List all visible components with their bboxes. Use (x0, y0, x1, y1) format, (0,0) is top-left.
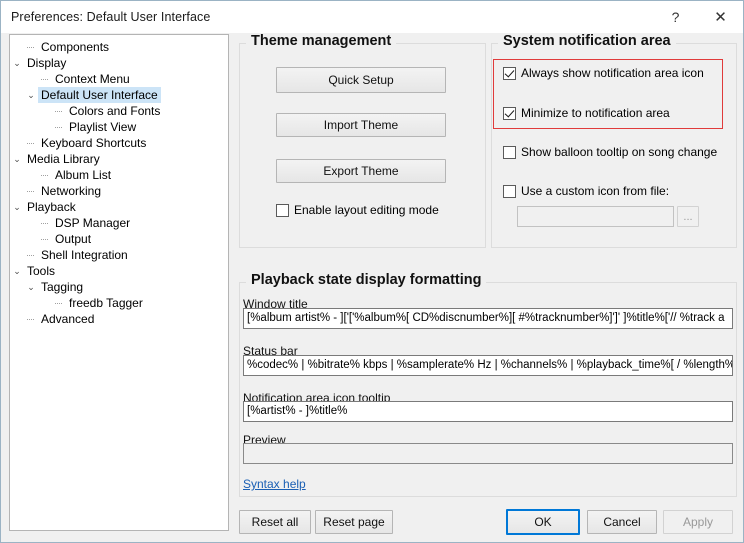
tree-item-playback[interactable]: ⌄ Playback (10, 199, 228, 215)
tree-item-label: Networking (41, 184, 102, 198)
tree-item-label: Components (41, 40, 110, 54)
tree-item-album-list[interactable]: Album List (10, 167, 228, 183)
tree-item-networking[interactable]: Networking (10, 183, 228, 199)
syntax-help-link[interactable]: Syntax help (243, 477, 306, 491)
tree-item-label: Context Menu (55, 72, 130, 86)
checkbox-box (503, 67, 516, 80)
show-balloon-tooltip-label: Show balloon tooltip on song change (521, 145, 718, 159)
title-bar: Preferences: Default User Interface ? ✕ (1, 1, 743, 33)
tree-item-label: Playback (27, 200, 76, 214)
custom-icon-path-input[interactable] (517, 206, 674, 227)
tree-item-label: Display (27, 56, 67, 70)
chevron-down-icon[interactable]: ⌄ (10, 55, 24, 71)
minimize-to-notification-area-checkbox[interactable]: Minimize to notification area (503, 107, 670, 120)
tree-item-label: Tagging (41, 280, 84, 294)
tree-item-label: Keyboard Shortcuts (41, 136, 147, 150)
chevron-down-icon[interactable]: ⌄ (10, 263, 24, 279)
tree-item-tagging[interactable]: ⌄ Tagging (10, 279, 228, 295)
help-icon[interactable]: ? (653, 1, 698, 33)
import-theme-button[interactable]: Import Theme (276, 113, 446, 137)
preferences-window: Preferences: Default User Interface ? ✕ … (0, 0, 744, 543)
reset-all-button[interactable]: Reset all (239, 510, 311, 534)
enable-layout-editing-label: Enable layout editing mode (294, 203, 439, 217)
always-show-notification-icon-label: Always show notification area icon (521, 66, 704, 80)
tree-item-components[interactable]: Components (10, 39, 228, 55)
tree-item-label: Media Library (27, 152, 100, 166)
tree-item-label: DSP Manager (55, 216, 131, 230)
tree-item-label: Tools (27, 264, 56, 278)
browse-icon-button[interactable]: ... (677, 206, 699, 227)
checkbox-box (503, 146, 516, 159)
checkbox-box (276, 204, 289, 217)
window-title: Preferences: Default User Interface (11, 10, 211, 24)
cancel-button[interactable]: Cancel (587, 510, 657, 534)
tree-item-freedb-tagger[interactable]: freedb Tagger (10, 295, 228, 311)
tree-item-display[interactable]: ⌄ Display (10, 55, 228, 71)
show-balloon-tooltip-checkbox[interactable]: Show balloon tooltip on song change (503, 146, 717, 159)
always-show-notification-icon-checkbox[interactable]: Always show notification area icon (503, 67, 704, 80)
window-controls: ? ✕ (653, 1, 743, 33)
use-custom-icon-checkbox[interactable]: Use a custom icon from file: (503, 185, 669, 198)
tree-item-label: Shell Integration (41, 248, 128, 262)
close-icon[interactable]: ✕ (698, 1, 743, 33)
settings-tree: Components ⌄ Display Context Menu ⌄ Default U… (10, 35, 228, 327)
tree-item-playlist-view[interactable]: Playlist View (10, 119, 228, 135)
tree-item-shell-integration[interactable]: Shell Integration (10, 247, 228, 263)
tree-item-advanced[interactable]: Advanced (10, 311, 228, 327)
checkbox-box (503, 185, 516, 198)
chevron-down-icon[interactable]: ⌄ (24, 279, 38, 295)
tree-item-label: Output (55, 232, 92, 246)
window-title-input[interactable]: [%album artist% - ]['['%album%[ CD%discn… (243, 308, 733, 329)
tree-item-dsp-manager[interactable]: DSP Manager (10, 215, 228, 231)
status-bar-input[interactable]: %codec% | %bitrate% kbps | %samplerate% … (243, 355, 733, 376)
minimize-to-notification-area-label: Minimize to notification area (521, 106, 670, 120)
tree-item-tools[interactable]: ⌄ Tools (10, 263, 228, 279)
tree-item-keyboard-shortcuts[interactable]: Keyboard Shortcuts (10, 135, 228, 151)
checkbox-box (503, 107, 516, 120)
tree-item-output[interactable]: Output (10, 231, 228, 247)
notification-tooltip-input[interactable]: [%artist% - ]%title% (243, 401, 733, 422)
tree-item-label: Default User Interface (38, 87, 161, 103)
system-notification-area-title: System notification area (498, 33, 676, 49)
use-custom-icon-label: Use a custom icon from file: (521, 184, 670, 198)
tree-item-label: Colors and Fonts (69, 104, 161, 118)
reset-page-button[interactable]: Reset page (315, 510, 393, 534)
quick-setup-button[interactable]: Quick Setup (276, 67, 446, 93)
enable-layout-editing-checkbox[interactable]: Enable layout editing mode (276, 204, 439, 217)
tree-item-media-library[interactable]: ⌄ Media Library (10, 151, 228, 167)
apply-button[interactable]: Apply (663, 510, 733, 534)
tree-item-label: Album List (55, 168, 112, 182)
preview-field (243, 443, 733, 464)
tree-item-label: freedb Tagger (69, 296, 143, 310)
ok-button[interactable]: OK (506, 509, 580, 535)
tree-item-label: Advanced (41, 312, 95, 326)
tree-item-label: Playlist View (69, 120, 137, 134)
tree-item-context-menu[interactable]: Context Menu (10, 71, 228, 87)
settings-tree-panel[interactable]: Components ⌄ Display Context Menu ⌄ Default U… (9, 34, 229, 531)
export-theme-button[interactable]: Export Theme (276, 159, 446, 183)
chevron-down-icon[interactable]: ⌄ (24, 87, 38, 103)
chevron-down-icon[interactable]: ⌄ (10, 199, 24, 215)
playback-formatting-title: Playback state display formatting (246, 272, 487, 288)
chevron-down-icon[interactable]: ⌄ (10, 151, 24, 167)
tree-item-colors-and-fonts[interactable]: Colors and Fonts (10, 103, 228, 119)
theme-management-title: Theme management (246, 33, 397, 49)
tree-item-default-user-interface[interactable]: ⌄ Default User Interface (10, 87, 228, 103)
